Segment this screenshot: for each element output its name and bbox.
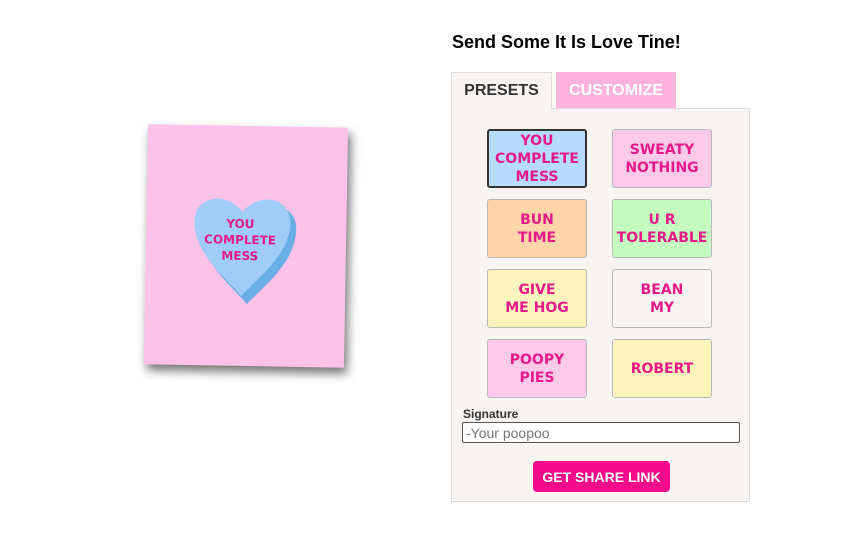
preset-line: COMPLETE <box>495 150 579 167</box>
signature-input[interactable] <box>462 422 740 443</box>
preset-line: TOLERABLE <box>616 229 708 246</box>
valentine-card-preview: YOU COMPLETE MESS <box>143 124 349 368</box>
preset-line: TIME <box>517 229 557 246</box>
preset-line: ME HOG <box>505 299 569 316</box>
preset-line: GIVE <box>518 281 556 298</box>
preset-robert[interactable]: ROBERT <box>612 339 712 398</box>
heart-line: COMPLETE <box>203 232 277 248</box>
heart-line: YOU <box>226 216 255 232</box>
preset-line: SWEATY <box>629 141 695 158</box>
get-share-link-button[interactable]: GET SHARE LINK <box>533 461 670 492</box>
page-title: Send Some It Is Love Tine! <box>452 32 681 52</box>
heart-line: MESS <box>221 248 259 264</box>
preset-line: PIES <box>519 369 555 386</box>
preset-bean-my[interactable]: BEAN MY <box>612 269 712 328</box>
preset-line: POOPY <box>509 351 565 368</box>
preset-line: MESS <box>515 168 559 185</box>
preset-line: BEAN <box>640 281 684 298</box>
preset-bun-time[interactable]: BUN TIME <box>487 199 587 258</box>
signature-label: Signature <box>463 407 519 421</box>
stage: YOU COMPLETE MESS Send Some It Is Love T… <box>0 0 844 538</box>
preset-line: YOU <box>520 132 554 149</box>
preset-sweaty-nothing[interactable]: SWEATY NOTHING <box>612 129 712 188</box>
preset-you-complete-mess[interactable]: YOU COMPLETE MESS <box>487 129 587 188</box>
preset-poopy-pies[interactable]: POOPY PIES <box>487 339 587 398</box>
candy-heart-message: YOU COMPLETE MESS <box>190 215 291 265</box>
preset-u-r-tolerable[interactable]: U R TOLERABLE <box>612 199 712 258</box>
preset-give-me-hog[interactable]: GIVE ME HOG <box>487 269 587 328</box>
tab-customize[interactable]: CUSTOMIZE <box>556 72 676 109</box>
preset-line: ROBERT <box>630 360 694 377</box>
preset-line: NOTHING <box>625 159 699 176</box>
preset-line: BUN <box>520 211 554 228</box>
preset-line: MY <box>649 299 675 316</box>
preset-line: U R <box>648 211 676 228</box>
candy-heart: YOU COMPLETE MESS <box>189 183 307 305</box>
tab-presets[interactable]: PRESETS <box>451 72 552 109</box>
